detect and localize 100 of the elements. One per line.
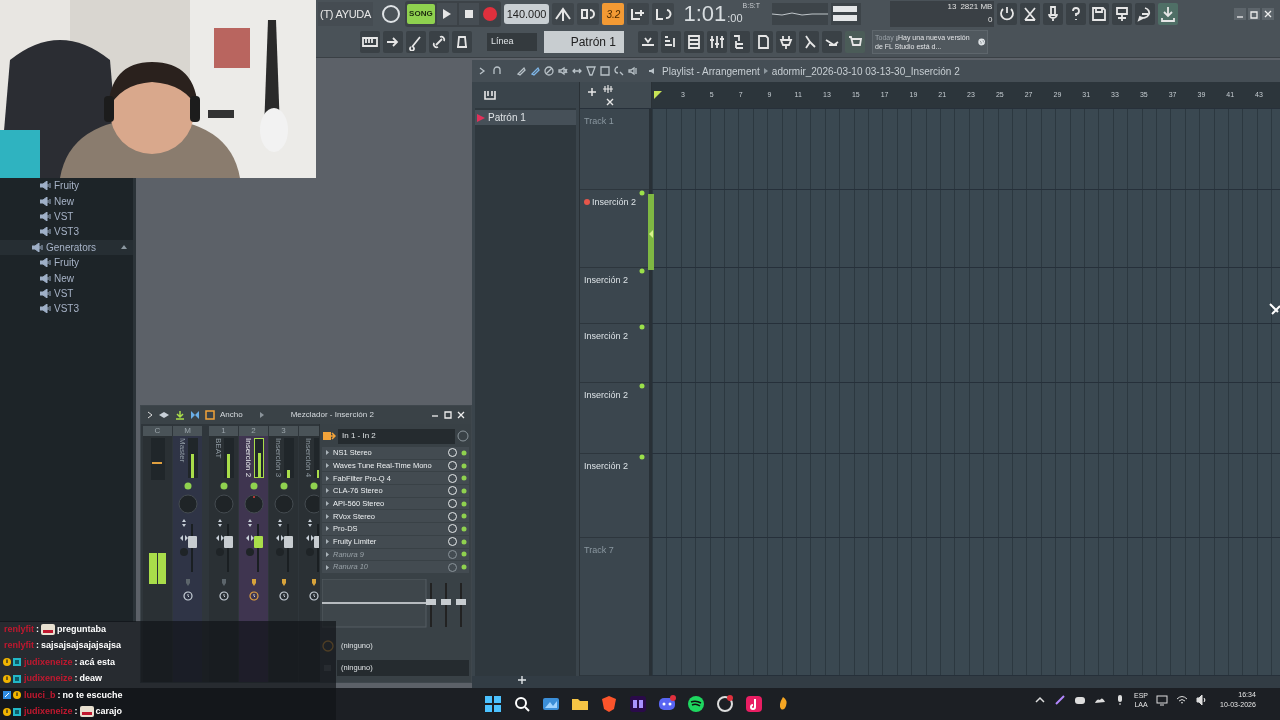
wifi-icon[interactable]: [1176, 694, 1188, 706]
channel-rack-icon[interactable]: [685, 33, 703, 51]
audio-clip[interactable]: [648, 193, 654, 270]
note-app-icon[interactable]: [744, 694, 764, 714]
enable-icon[interactable]: [183, 482, 192, 490]
video-editor-icon[interactable]: [628, 694, 648, 714]
restore-icon[interactable]: [1248, 8, 1260, 20]
chat-text: carajo: [95, 705, 123, 718]
maximize-icon[interactable]: [444, 411, 452, 419]
track-enable-icon[interactable]: [639, 323, 645, 330]
browser-folder[interactable]: Generators: [0, 239, 133, 255]
close-icon[interactable]: [1262, 8, 1274, 20]
volume-meter: [223, 438, 234, 478]
knob-icon[interactable]: [380, 3, 403, 25]
close-icon[interactable]: [606, 97, 614, 106]
track-header[interactable]: Inserción 2: [580, 323, 649, 383]
record-arm-icon[interactable]: [584, 199, 590, 206]
gamepad-icon[interactable]: [1074, 694, 1086, 706]
browser-item[interactable]: VST3: [0, 224, 133, 240]
brush-icon[interactable]: [530, 66, 540, 76]
browser-item[interactable]: VST: [0, 285, 133, 302]
select-icon[interactable]: [586, 66, 596, 76]
browser-item[interactable]: Fruity: [0, 254, 133, 271]
frame-icon[interactable]: [205, 410, 215, 420]
track-enable-icon[interactable]: [639, 453, 645, 460]
snap-dropdown[interactable]: Línea: [487, 33, 537, 51]
stop-icon[interactable]: [464, 10, 473, 18]
speaker-icon: [40, 211, 51, 221]
snap-toggle[interactable]: 3.2: [602, 3, 625, 25]
track-header[interactable]: Inserción 2: [580, 268, 649, 324]
link-icon[interactable]: [430, 33, 448, 51]
enable-icon[interactable]: [249, 482, 258, 490]
expand-icon: [326, 450, 329, 456]
mixer-icon[interactable]: [708, 33, 726, 51]
clock-icon[interactable]: [218, 591, 229, 601]
pattern-item[interactable]: Patrón 1: [475, 110, 576, 125]
save-icon[interactable]: [1090, 5, 1109, 23]
track-header[interactable]: Inserción 2: [580, 453, 649, 539]
clock-icon[interactable]: [278, 591, 289, 601]
volume-meter: [253, 438, 264, 478]
tempo-display[interactable]: 140.000: [503, 4, 550, 24]
track-enable-icon[interactable]: [639, 189, 645, 196]
pen-icon[interactable]: [1054, 694, 1066, 706]
track-enable-icon[interactable]: [639, 268, 645, 275]
track-header[interactable]: Inserción 2: [580, 382, 649, 454]
globe-icon[interactable]: [977, 36, 985, 48]
song-mode-toggle[interactable]: SONG: [407, 4, 435, 24]
playhead-icon[interactable]: [654, 91, 662, 99]
enable-icon[interactable]: [279, 482, 288, 490]
chat-separator: :: [57, 688, 61, 702]
plug-icon[interactable]: [777, 33, 795, 51]
clock-icon[interactable]: [182, 591, 193, 601]
browser-item[interactable]: VST: [0, 208, 133, 225]
volume-meter: [187, 438, 198, 478]
clock-icon[interactable]: [308, 591, 319, 601]
input-selector[interactable]: In 1 - In 2: [338, 428, 455, 444]
speaker-icon: [40, 288, 51, 298]
reset-icon[interactable]: [998, 5, 1017, 23]
input-icon[interactable]: [322, 429, 336, 443]
split-icon[interactable]: [190, 410, 200, 420]
track-name: Inserción 2: [584, 459, 629, 473]
project-file-name: adormir_2026-03-10 03-13-30_Inserción 2: [771, 64, 960, 79]
volume-icon[interactable]: [1196, 694, 1208, 706]
magnet-icon[interactable]: [492, 66, 502, 76]
speaker-icon: [32, 242, 43, 252]
music-app-icon[interactable]: [686, 694, 706, 714]
browser-item[interactable]: Fruity: [0, 178, 133, 194]
browser-item[interactable]: New: [0, 270, 133, 286]
add-icon[interactable]: [518, 676, 526, 684]
play-icon[interactable]: [442, 9, 451, 19]
clock-icon[interactable]: [248, 591, 259, 601]
eq-drawing[interactable]: [322, 578, 468, 629]
help-menu[interactable]: (T) AYUDA: [318, 2, 374, 26]
audio-clip-icon[interactable]: [602, 83, 614, 94]
width-label: Ancho: [220, 409, 243, 421]
browser-item[interactable]: VST3: [0, 301, 133, 317]
add-track-icon[interactable]: [588, 87, 596, 96]
download-icon[interactable]: [1159, 5, 1178, 23]
time-ticks: :00: [727, 11, 743, 26]
playback-icon[interactable]: [628, 66, 638, 76]
enable-icon[interactable]: [219, 482, 228, 490]
track-name: Inserción 2: [584, 274, 629, 288]
start-button[interactable]: [483, 694, 503, 714]
pencil-icon[interactable]: [516, 66, 526, 76]
close-icon[interactable]: [457, 411, 465, 419]
piano-icon[interactable]: [484, 90, 496, 100]
expand-icon[interactable]: [147, 411, 153, 419]
browser-item[interactable]: New: [0, 193, 133, 209]
caret-icon[interactable]: [121, 245, 127, 250]
ring-icon[interactable]: [715, 694, 735, 714]
track-enable-icon[interactable]: [639, 382, 645, 389]
monitor-icon[interactable]: [1156, 694, 1168, 706]
enable-icon[interactable]: [309, 482, 318, 490]
zoom-frame-icon[interactable]: [600, 66, 610, 76]
download-icon[interactable]: [175, 410, 185, 420]
mute-tool-icon[interactable]: [544, 66, 554, 76]
metronome-icon[interactable]: [554, 5, 573, 23]
chat-separator: :: [36, 639, 39, 652]
search-icon[interactable]: [512, 694, 532, 714]
pattern-selector[interactable]: Patrón 1: [544, 31, 624, 53]
